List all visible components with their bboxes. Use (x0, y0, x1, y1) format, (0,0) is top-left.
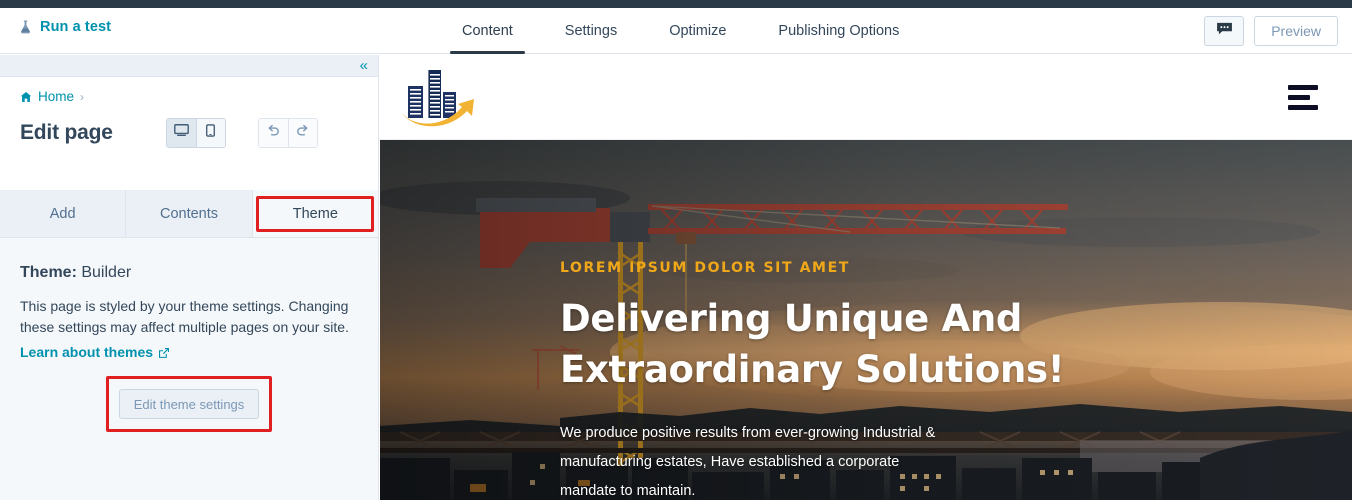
edit-theme-settings-label: Edit theme settings (133, 396, 245, 412)
mobile-view-button[interactable] (195, 119, 225, 147)
comment-button[interactable] (1204, 16, 1245, 46)
page-title: Edit page (20, 121, 113, 144)
app-topbar: Run a test Content Settings Optimize Pub… (0, 8, 1352, 54)
sidebar-title-row: Edit page (20, 118, 358, 148)
hamburger-bar (1288, 94, 1310, 100)
sidebar-header: Home › Edit page (0, 77, 378, 190)
editor-sidebar: « Home › Edit page Add Contents Theme Th… (0, 55, 379, 500)
hero-heading: Delivering Unique And Extraordinary Solu… (560, 297, 1065, 391)
breadcrumb-separator: › (80, 89, 85, 104)
tab-content-label: Content (462, 23, 513, 39)
redo-button[interactable] (287, 119, 317, 147)
building-logo (396, 66, 488, 128)
desktop-icon (173, 124, 189, 142)
learn-about-themes-link[interactable]: Learn about themes (20, 344, 170, 360)
sidebar-collapse-bar: « (0, 55, 378, 77)
tab-optimize-label: Optimize (669, 23, 727, 39)
learn-about-themes-label: Learn about themes (20, 344, 154, 360)
site-header (380, 55, 1352, 140)
tab-publishing-options-label: Publishing Options (778, 23, 900, 39)
tab-settings[interactable]: Settings (539, 8, 643, 54)
desktop-view-button[interactable] (166, 119, 196, 147)
panel-tab-theme-label: Theme (292, 205, 338, 222)
device-toggle-group (165, 118, 226, 148)
mobile-icon (206, 124, 216, 142)
flask-icon (18, 19, 33, 35)
undo-icon (266, 124, 281, 142)
main-tab-bar: Content Settings Optimize Publishing Opt… (436, 8, 925, 54)
hero-eyebrow: Lorem ipsum dolor sit amet (560, 260, 850, 276)
edit-theme-settings-button[interactable]: Edit theme settings (119, 389, 259, 419)
run-a-test-button[interactable]: Run a test (18, 19, 111, 35)
undo-button[interactable] (258, 119, 288, 147)
chevron-double-left-icon[interactable]: « (360, 58, 368, 73)
hero-paragraph: We produce positive results from ever-gr… (560, 425, 936, 500)
preview-button[interactable]: Preview (1254, 16, 1338, 46)
theme-name: Builder (81, 264, 132, 281)
hamburger-bar (1288, 84, 1318, 90)
redo-icon (295, 124, 310, 142)
breadcrumb: Home › (20, 89, 358, 104)
panel-tab-theme[interactable]: Theme (252, 190, 378, 237)
external-link-icon (158, 346, 170, 358)
panel-tab-contents[interactable]: Contents (126, 190, 253, 237)
home-icon (20, 91, 32, 103)
hero-content: Lorem ipsum dolor sit amet Delivering Un… (560, 260, 1180, 500)
sidebar-panel-tabs: Add Contents Theme (0, 190, 378, 238)
breadcrumb-home-link[interactable]: Home (38, 89, 74, 104)
page-preview-canvas: Lorem ipsum dolor sit amet Delivering Un… (380, 55, 1352, 500)
panel-tab-add[interactable]: Add (0, 190, 127, 237)
window-top-strip (0, 0, 1352, 8)
panel-tab-contents-label: Contents (159, 205, 219, 222)
theme-description: This page is styled by your theme settin… (20, 298, 349, 335)
hamburger-bar (1288, 104, 1318, 110)
hamburger-menu-icon[interactable] (1288, 84, 1318, 110)
history-button-group (257, 118, 318, 148)
tab-publishing-options[interactable]: Publishing Options (752, 8, 925, 54)
tab-optimize[interactable]: Optimize (643, 8, 752, 54)
tab-settings-label: Settings (564, 23, 618, 39)
preview-button-label: Preview (1271, 23, 1321, 39)
theme-name-row: Theme: Builder (20, 264, 358, 282)
topbar-actions: Preview (1204, 16, 1338, 46)
theme-label: Theme: (20, 264, 77, 281)
theme-panel: Theme: Builder This page is styled by yo… (0, 238, 378, 432)
edit-theme-settings-wrap: Edit theme settings (106, 376, 272, 432)
tab-content[interactable]: Content (436, 8, 539, 54)
panel-tab-add-label: Add (49, 205, 76, 222)
hero-section: Lorem ipsum dolor sit amet Delivering Un… (380, 140, 1352, 500)
run-a-test-label: Run a test (40, 19, 112, 35)
comment-icon (1216, 22, 1233, 40)
